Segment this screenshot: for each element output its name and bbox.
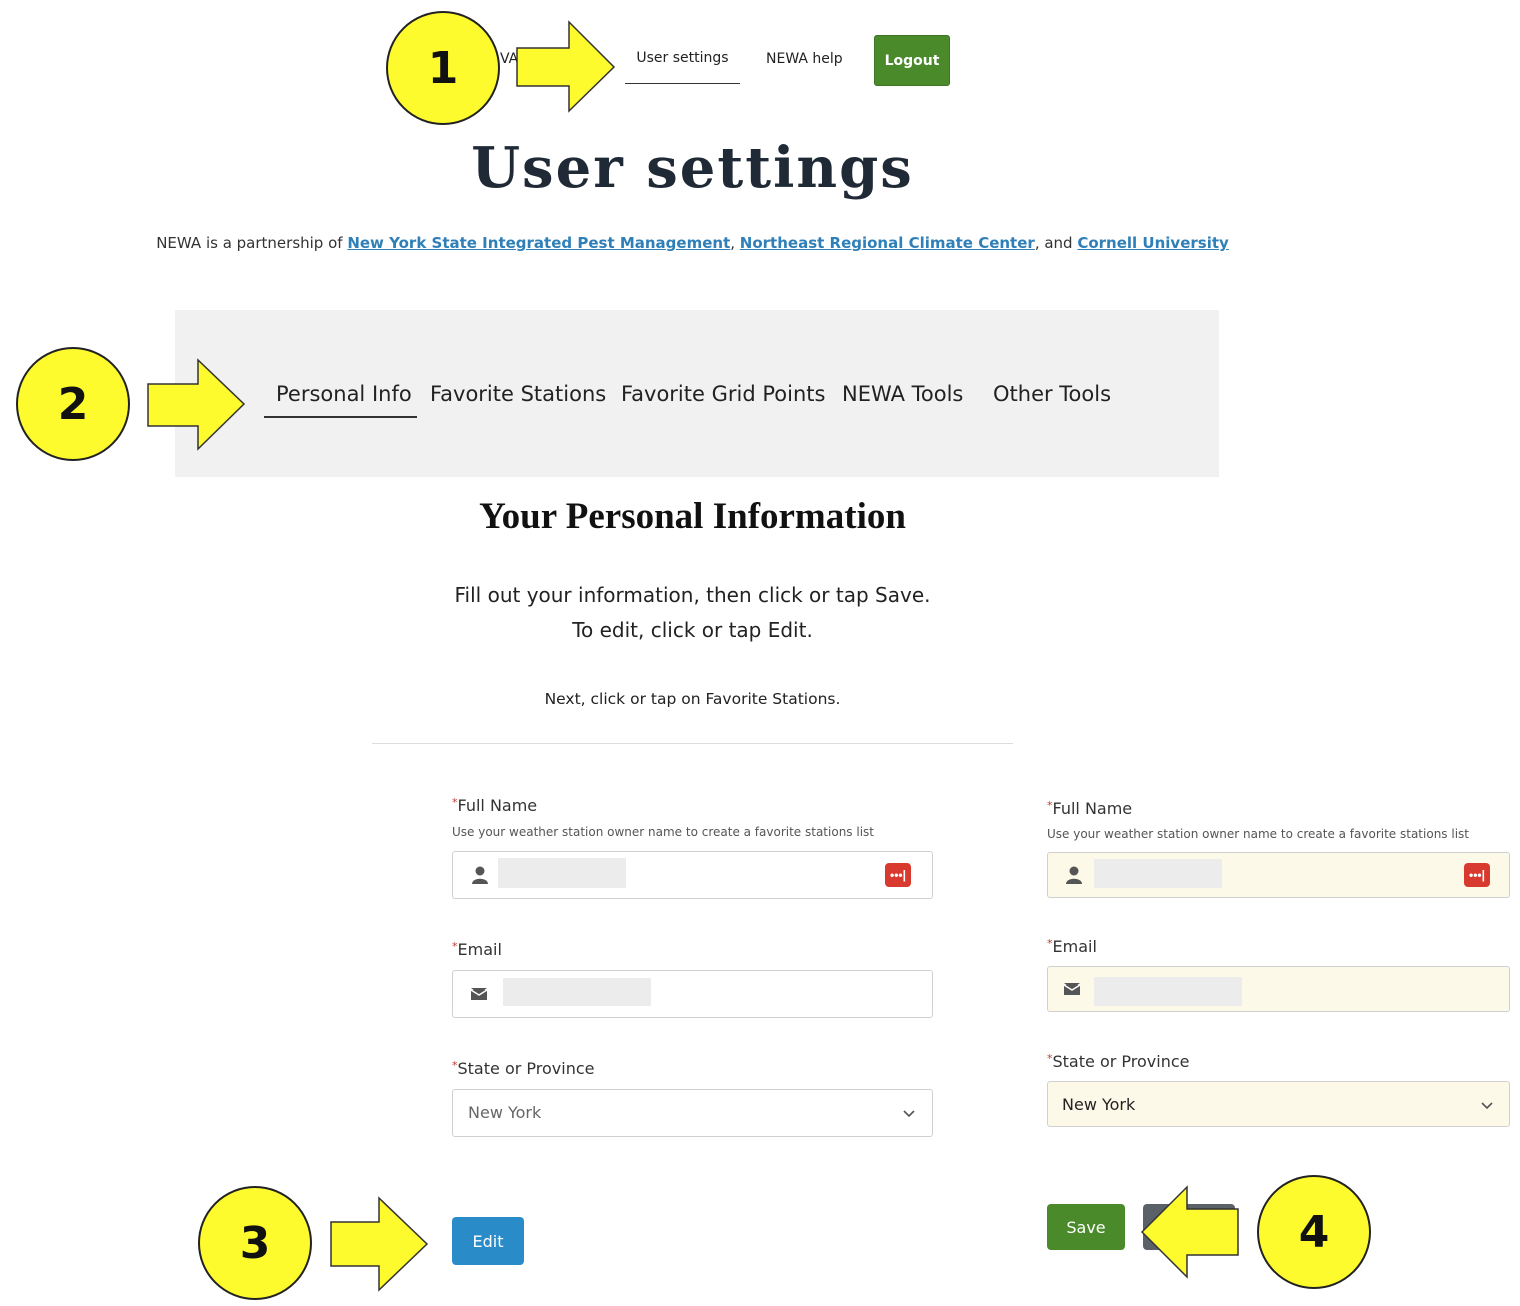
partnership-text: NEWA is a partnership of New York State … [0,234,1385,252]
email-label-text: Email [1052,937,1097,956]
tab-other-tools[interactable]: Other Tools [993,382,1111,406]
email-label-text: Email [457,940,502,959]
state-label-text: State or Province [457,1059,595,1078]
nav-user-settings-label: User settings [636,50,729,66]
full-name-hint: Use your weather station owner name to c… [1047,827,1469,841]
instruction-line-2: To edit, click or tap Edit. [572,618,813,642]
chevron-down-icon [903,1110,915,1118]
section-title: Your Personal Information [479,496,906,537]
mail-icon [1064,983,1080,995]
arrow-right-icon [330,1196,429,1292]
full-name-label-text: Full Name [457,796,538,815]
partnership-sep2: , and [1034,234,1078,252]
nav-user-settings[interactable]: User settings [625,36,740,84]
full-name-field[interactable]: •••| [452,851,933,899]
nav-help-link[interactable]: NEWA help [766,51,843,67]
state-label: *State or Province [1047,1052,1189,1071]
tab-favorite-grid-points[interactable]: Favorite Grid Points [621,382,825,406]
redacted-value [1094,977,1242,1006]
state-select-value: New York [1062,1095,1136,1114]
full-name-label: *Full Name [1047,799,1132,818]
arrow-right-icon [516,20,616,113]
partnership-sep1: , [730,234,740,252]
redacted-value [1094,859,1222,888]
save-button[interactable]: Save [1047,1204,1125,1250]
partnership-prefix: NEWA is a partnership of [156,234,348,252]
link-nys-ipm[interactable]: New York State Integrated Pest Managemen… [347,234,730,252]
instruction-line-1: Fill out your information, then click or… [454,583,931,607]
full-name-field-filled[interactable]: •••| [1047,852,1510,898]
person-icon [1066,866,1082,884]
callout-4: 4 [1257,1175,1371,1289]
email-label: *Email [1047,937,1097,956]
logout-button[interactable]: Logout [874,35,950,86]
state-select-filled[interactable]: New York [1047,1081,1510,1127]
full-name-hint: Use your weather station owner name to c… [452,825,874,839]
state-label-text: State or Province [1052,1052,1190,1071]
full-name-label: *Full Name [452,796,537,815]
redacted-value [498,858,626,888]
state-select[interactable]: New York [452,1089,933,1137]
active-tab-underline [264,416,417,418]
tab-favorite-stations[interactable]: Favorite Stations [430,382,606,406]
tab-newa-tools[interactable]: NEWA Tools [842,382,963,406]
callout-2: 2 [16,347,130,461]
state-label: *State or Province [452,1059,594,1078]
callout-1: 1 [386,11,500,125]
instruction-line-3: Next, click or tap on Favorite Stations. [544,690,841,708]
email-field[interactable] [452,970,933,1018]
chevron-down-icon [1481,1102,1493,1110]
page-title: User settings [471,135,914,201]
arrow-right-icon [147,358,246,451]
mail-icon [471,988,487,1000]
password-manager-icon[interactable]: •••| [885,863,911,887]
email-field-filled[interactable] [1047,966,1510,1012]
password-manager-icon[interactable]: •••| [1464,863,1490,887]
full-name-label-text: Full Name [1052,799,1133,818]
arrow-left-icon [1140,1185,1239,1279]
redacted-value [503,978,651,1006]
link-cornell[interactable]: Cornell University [1077,234,1228,252]
email-label: *Email [452,940,502,959]
callout-3: 3 [198,1186,312,1300]
link-nrcc[interactable]: Northeast Regional Climate Center [740,234,1035,252]
tab-personal-info[interactable]: Personal Info [276,382,412,406]
edit-button[interactable]: Edit [452,1217,524,1265]
state-select-value: New York [468,1103,542,1122]
person-icon [472,866,488,884]
section-divider [372,743,1013,744]
